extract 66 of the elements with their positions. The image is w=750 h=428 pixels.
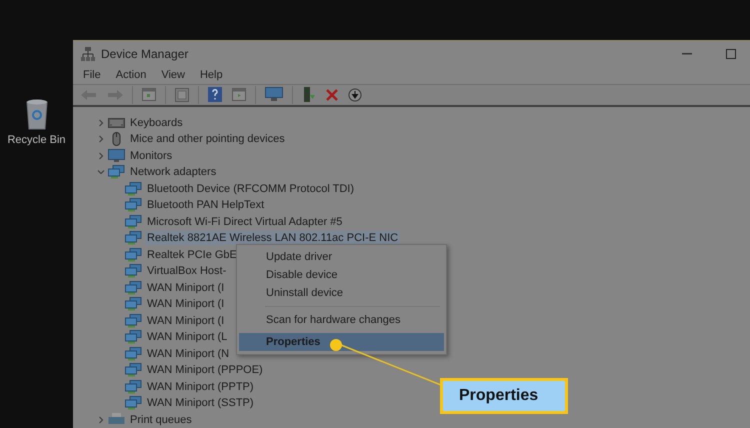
action-pane-button[interactable] (232, 88, 246, 102)
maximize-icon[interactable] (726, 49, 736, 60)
network-adapter-icon (125, 363, 142, 378)
desktop-icon-label[interactable]: Recycle Bin (7, 134, 66, 146)
context-menu-item[interactable]: Update driver (239, 248, 444, 266)
tree-item[interactable]: WAN Miniport (I (145, 297, 226, 312)
menu-item[interactable]: File (83, 69, 101, 82)
network-adapter-icon (125, 264, 142, 278)
tree-item[interactable]: WAN Miniport (PPTP) (145, 380, 256, 394)
tree-item[interactable]: Microsoft Wi-Fi Direct Virtual Adapter #5 (145, 214, 344, 229)
console-tree-button[interactable] (142, 88, 156, 102)
tree-item[interactable]: WAN Miniport (L (145, 330, 230, 344)
tree-item[interactable]: WAN Miniport (PPPOE) (145, 363, 265, 378)
network-adapter-icon (125, 297, 142, 312)
network-adapter-icon (125, 280, 142, 295)
expand-chevron[interactable] (97, 118, 105, 127)
network-adapter-icon (125, 182, 142, 196)
callout-label: Properties (440, 378, 568, 414)
network-adapter-icon (125, 198, 142, 212)
recycle-bin-icon[interactable] (24, 98, 50, 130)
window-title: Device Manager (101, 47, 190, 62)
expand-chevron[interactable] (97, 135, 105, 144)
tree-item[interactable]: WAN Miniport (N (145, 346, 232, 361)
tree-item[interactable]: WAN Miniport (I (145, 314, 226, 328)
tree-item[interactable]: Realtek PCIe GbE (145, 248, 239, 262)
menu-item[interactable]: Help (200, 69, 223, 82)
network-adapter-icon (125, 380, 142, 394)
disable-device-button[interactable] (348, 88, 362, 102)
update-driver-button[interactable] (302, 86, 316, 103)
context-menu-item[interactable]: Uninstall device (239, 284, 444, 302)
tree-item[interactable]: Bluetooth PAN HelpText (145, 198, 266, 212)
network-adapter-icon (125, 330, 142, 344)
computer-tree-icon (81, 47, 95, 62)
tree-category[interactable]: Mice and other pointing devices (128, 132, 287, 146)
network-adapter-icon (125, 231, 142, 246)
printer-icon (108, 413, 125, 426)
collapse-chevron[interactable] (97, 168, 105, 176)
expand-chevron[interactable] (97, 152, 105, 160)
scan-hardware-button[interactable] (265, 87, 283, 102)
tree-category[interactable]: Network adapters (128, 165, 218, 180)
tree-item[interactable]: WAN Miniport (I (145, 280, 226, 295)
network-adapter-icon (125, 396, 142, 410)
monitor-icon (108, 148, 125, 163)
help-button[interactable] (208, 87, 222, 102)
tree-category[interactable]: Keyboards (128, 116, 185, 130)
menu-item[interactable]: Action (116, 69, 146, 82)
properties-button[interactable] (175, 88, 189, 102)
tree-item[interactable]: VirtualBox Host- (145, 264, 228, 278)
context-menu-item[interactable]: Disable device (239, 266, 444, 284)
tree-item[interactable]: Realtek 8821AE Wireless LAN 802.11ac PCI-E NIC (145, 231, 400, 246)
expand-chevron[interactable] (97, 416, 105, 424)
network-adapter-icon (125, 346, 142, 361)
tree-item[interactable]: WAN Miniport (SSTP) (145, 396, 256, 410)
tree-category[interactable]: Monitors (128, 148, 174, 163)
context-menu-item[interactable]: Scan for hardware changes (239, 311, 444, 329)
context-menu-item[interactable]: Properties (239, 333, 444, 351)
menu-item[interactable]: View (161, 69, 185, 82)
tree-category[interactable]: Print queues (128, 412, 194, 427)
keyboard-icon (108, 116, 125, 129)
minimize-icon[interactable] (682, 53, 692, 56)
network-adapter-icon (108, 165, 125, 180)
network-adapter-icon (125, 214, 142, 229)
tree-item[interactable]: Bluetooth Device (RFCOMM Protocol TDI) (145, 182, 356, 196)
network-adapter-icon (125, 248, 142, 262)
uninstall-button[interactable] (326, 88, 338, 101)
network-adapter-icon (125, 314, 142, 328)
